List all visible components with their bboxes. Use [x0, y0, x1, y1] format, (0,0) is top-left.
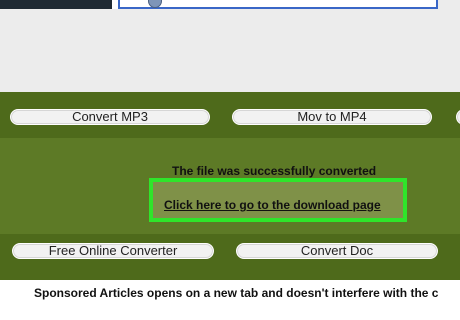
- convert-doc-button[interactable]: Convert Doc: [236, 243, 438, 259]
- mov-to-mp4-button[interactable]: Mov to MP4: [232, 109, 432, 125]
- sponsored-articles-note: Sponsored Articles opens on a new tab an…: [34, 286, 439, 300]
- browser-top-area: [0, 0, 460, 92]
- conversion-success-message: The file was successfully converted: [172, 164, 377, 178]
- top-panel-frame: [118, 0, 438, 9]
- convert-mp3-button[interactable]: Convert MP3: [10, 109, 210, 125]
- free-online-converter-button[interactable]: Free Online Converter: [12, 243, 214, 259]
- download-page-link[interactable]: Click here to go to the download page: [164, 198, 381, 212]
- thumbnail-image: [0, 0, 112, 9]
